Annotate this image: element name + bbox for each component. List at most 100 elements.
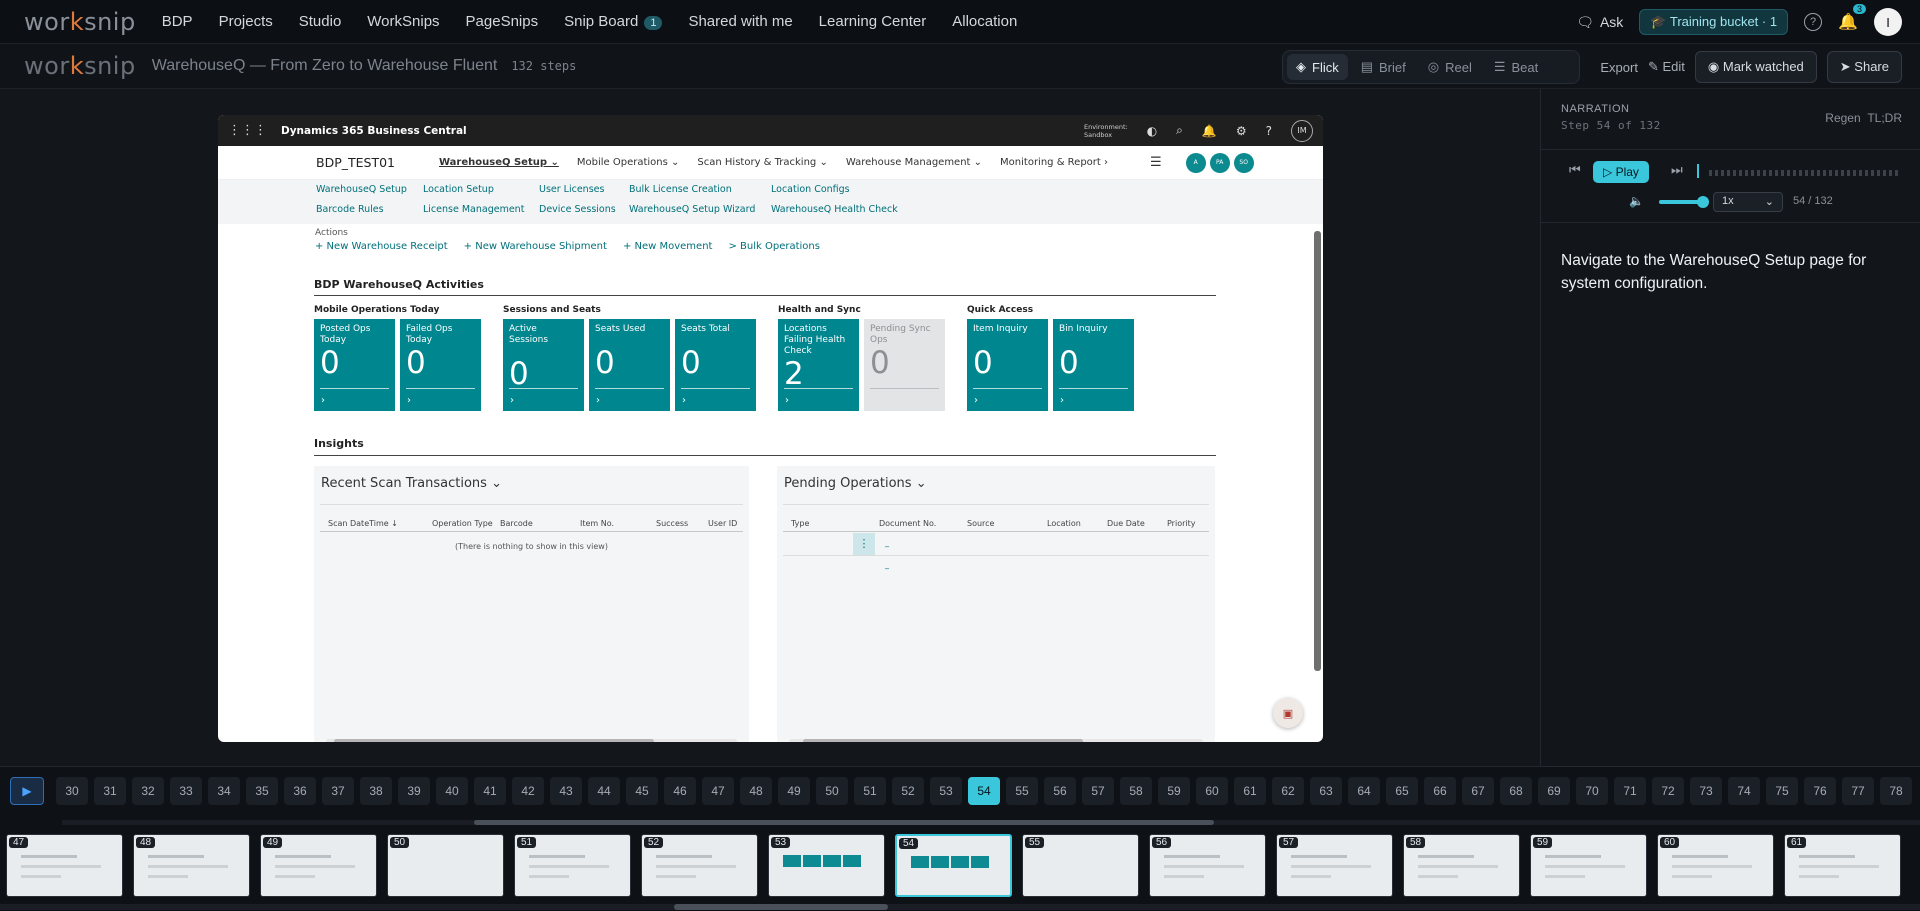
tldr-button[interactable]: TL;DR [1867, 111, 1902, 125]
step-number-button[interactable]: 43 [550, 777, 582, 805]
step-number-button[interactable]: 39 [398, 777, 430, 805]
volume-handle[interactable] [1697, 196, 1709, 208]
step-number-button[interactable]: 37 [322, 777, 354, 805]
step-thumbnail[interactable]: 58 [1403, 834, 1520, 897]
step-number-button[interactable]: 52 [892, 777, 924, 805]
play-button[interactable]: ▷ Play [1593, 161, 1649, 183]
step-number-button[interactable]: 30 [56, 777, 88, 805]
step-thumbnail[interactable]: 50 [387, 834, 504, 897]
step-number-button[interactable]: 47 [702, 777, 734, 805]
user-avatar[interactable]: I [1874, 8, 1902, 36]
volume-slider[interactable] [1659, 196, 1709, 208]
step-number-button[interactable]: 42 [512, 777, 544, 805]
step-number-button[interactable]: 56 [1044, 777, 1076, 805]
nav-studio[interactable]: Studio [299, 13, 342, 30]
step-thumbnail[interactable]: 54 [895, 834, 1012, 897]
step-number-button[interactable]: 44 [588, 777, 620, 805]
step-thumbnail[interactable]: 59 [1530, 834, 1647, 897]
mode-flick[interactable]: ◈ Flick [1287, 54, 1348, 80]
step-number-button[interactable]: 64 [1348, 777, 1380, 805]
step-thumbnail[interactable]: 48 [133, 834, 250, 897]
step-number-button[interactable]: 61 [1234, 777, 1266, 805]
step-number-button[interactable]: 57 [1082, 777, 1114, 805]
step-thumbnail[interactable]: 47 [6, 834, 123, 897]
step-number-button[interactable]: 62 [1272, 777, 1304, 805]
step-number-button[interactable]: 73 [1690, 777, 1722, 805]
step-number-button[interactable]: 74 [1728, 777, 1760, 805]
step-number-button[interactable]: 40 [436, 777, 468, 805]
prev-step-icon[interactable]: ⏮ [1569, 162, 1581, 178]
step-number-button[interactable]: 65 [1386, 777, 1418, 805]
nav-snip-board[interactable]: Snip Board 1 [564, 13, 663, 30]
waveform[interactable] [1709, 170, 1899, 176]
nav-bdp[interactable]: BDP [162, 13, 193, 30]
nav-allocation[interactable]: Allocation [952, 13, 1017, 30]
step-number-button[interactable]: 54 [968, 777, 1000, 805]
strip-play-button[interactable]: ▶ [10, 777, 44, 805]
step-number-button[interactable]: 60 [1196, 777, 1228, 805]
step-thumbnail[interactable]: 61 [1784, 834, 1901, 897]
step-number-button[interactable]: 63 [1310, 777, 1342, 805]
training-bucket-button[interactable]: 🎓 Training bucket · 1 [1639, 9, 1789, 35]
step-number-button[interactable]: 46 [664, 777, 696, 805]
step-number-button[interactable]: 70 [1576, 777, 1608, 805]
step-screenshot[interactable]: ⋮⋮⋮ Dynamics 365 Business Central Enviro… [218, 115, 1323, 742]
step-thumbnail[interactable]: 56 [1149, 834, 1266, 897]
step-number-button[interactable]: 68 [1500, 777, 1532, 805]
nav-projects[interactable]: Projects [219, 13, 273, 30]
step-number-button[interactable]: 66 [1424, 777, 1456, 805]
next-step-icon[interactable]: ⏭ [1671, 162, 1683, 178]
step-number-button[interactable]: 49 [778, 777, 810, 805]
step-thumbnail[interactable]: 52 [641, 834, 758, 897]
mode-reel[interactable]: ◎ Reel [1419, 54, 1481, 80]
share-button[interactable]: ➤ Share [1826, 51, 1902, 83]
step-thumbnail[interactable]: 49 [260, 834, 377, 897]
nav-worksnips[interactable]: WorkSnips [367, 13, 439, 30]
step-number-button[interactable]: 32 [132, 777, 164, 805]
mark-watched-button[interactable]: ◉ Mark watched [1694, 51, 1817, 83]
step-thumbnail[interactable]: 53 [768, 834, 885, 897]
ask-button[interactable]: 🗨 Ask [1576, 14, 1623, 31]
step-thumbnail[interactable]: 57 [1276, 834, 1393, 897]
step-number-button[interactable]: 41 [474, 777, 506, 805]
step-number-button[interactable]: 75 [1766, 777, 1798, 805]
step-number-button[interactable]: 50 [816, 777, 848, 805]
step-number-button[interactable]: 77 [1842, 777, 1874, 805]
step-number-button[interactable]: 35 [246, 777, 278, 805]
help-icon[interactable]: ? [1804, 13, 1823, 31]
nav-shared-with-me[interactable]: Shared with me [688, 13, 792, 30]
step-number-button[interactable]: 51 [854, 777, 886, 805]
step-thumbnail[interactable]: 55 [1022, 834, 1139, 897]
step-number-button[interactable]: 45 [626, 777, 658, 805]
mode-beat[interactable]: ☰ Beat [1485, 54, 1547, 80]
volume-icon[interactable]: 🔈 [1629, 194, 1644, 208]
step-number-button[interactable]: 53 [930, 777, 962, 805]
step-number-button[interactable]: 33 [170, 777, 202, 805]
step-number-button[interactable]: 59 [1158, 777, 1190, 805]
thumbnail-scrollbar[interactable] [0, 904, 1920, 910]
step-thumbnail[interactable]: 60 [1657, 834, 1774, 897]
step-number-button[interactable]: 78 [1880, 777, 1912, 805]
nav-learning-center[interactable]: Learning Center [819, 13, 927, 30]
step-thumbnail[interactable]: 51 [514, 834, 631, 897]
step-number-button[interactable]: 48 [740, 777, 772, 805]
nav-pagesnips[interactable]: PageSnips [466, 13, 539, 30]
step-number-button[interactable]: 34 [208, 777, 240, 805]
mode-brief[interactable]: ▤ Brief [1352, 54, 1415, 80]
step-number-button[interactable]: 31 [94, 777, 126, 805]
step-number-button[interactable]: 69 [1538, 777, 1570, 805]
step-number-button[interactable]: 67 [1462, 777, 1494, 805]
notifications-button[interactable]: 🔔 3 [1838, 4, 1866, 32]
speed-select[interactable]: 1x ⌄ [1713, 192, 1783, 212]
project-logo[interactable]: worksnip [24, 52, 136, 80]
step-number-scrollbar[interactable] [62, 820, 1920, 825]
edit-button[interactable]: ✎ Edit [1648, 59, 1685, 75]
step-number-button[interactable]: 38 [360, 777, 392, 805]
step-number-button[interactable]: 76 [1804, 777, 1836, 805]
step-number-button[interactable]: 36 [284, 777, 316, 805]
step-number-button[interactable]: 58 [1120, 777, 1152, 805]
export-button[interactable]: Export [1600, 60, 1638, 75]
regen-button[interactable]: Regen [1825, 111, 1860, 125]
step-number-button[interactable]: 55 [1006, 777, 1038, 805]
step-number-button[interactable]: 71 [1614, 777, 1646, 805]
